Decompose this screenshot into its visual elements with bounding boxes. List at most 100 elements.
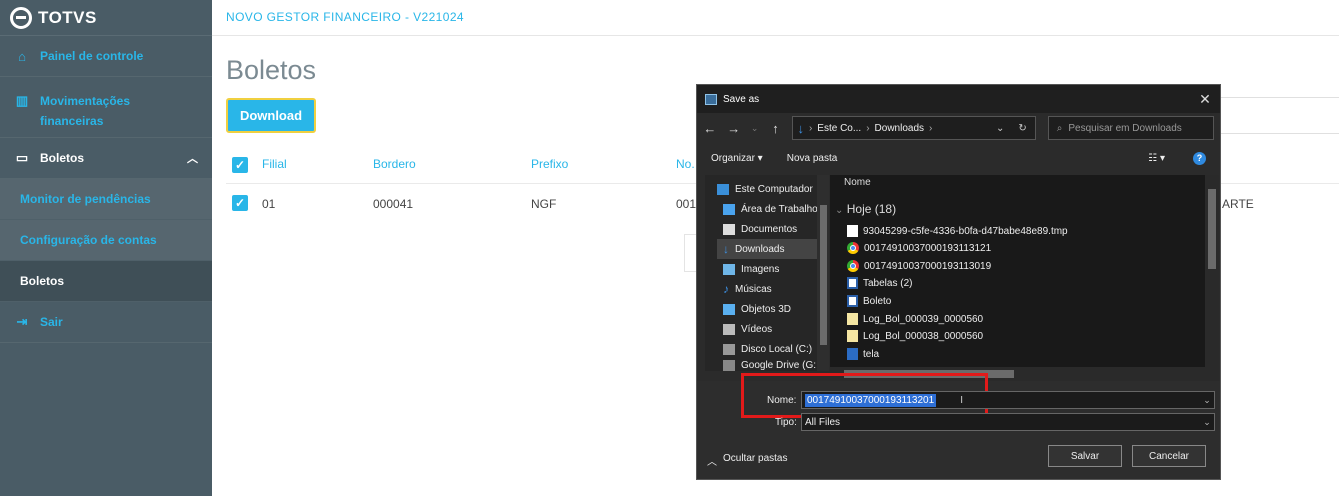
name-label: Nome: <box>767 395 797 406</box>
sidebar-subitem-boletos[interactable]: Boletos <box>0 261 212 302</box>
refresh-icon[interactable]: ↻ <box>1018 123 1026 134</box>
download-button[interactable]: Download <box>226 98 316 133</box>
file-name-value: 00174910037000193113201 <box>805 393 937 407</box>
file-name: Boleto <box>863 295 892 307</box>
nav-item-disco-local[interactable]: Disco Local (C:) <box>723 339 825 359</box>
cell-numero: 001 <box>676 197 697 211</box>
dialog-titlebar[interactable]: Save as ✕ <box>697 85 1220 113</box>
sidebar-item-movimentacoes[interactable]: ▥ Movimentações financeiras <box>0 77 212 138</box>
nav-item-musicas[interactable]: ♪ Músicas <box>723 279 825 299</box>
column-header-filial[interactable]: Filial <box>262 157 287 171</box>
back-arrow-icon[interactable]: ← <box>703 121 717 136</box>
sidebar-subitem-monitor[interactable]: Monitor de pendências <box>0 179 212 220</box>
forward-arrow-icon[interactable]: → <box>727 121 741 136</box>
file-name-input[interactable]: 00174910037000193113201 I ⌄ <box>801 391 1215 409</box>
column-header-nome[interactable]: Nome <box>844 177 871 188</box>
close-icon[interactable]: ✕ <box>1190 91 1220 108</box>
chevron-down-icon[interactable]: ⌄ <box>996 123 1004 134</box>
column-header-bordero[interactable]: Bordero <box>373 157 416 171</box>
file-item[interactable]: Log_Bol_000038_0000560 <box>847 327 983 345</box>
file-type-value: All Files <box>805 416 841 428</box>
file-item[interactable]: tela <box>847 345 879 363</box>
file-item[interactable]: 00174910037000193113019 <box>847 257 991 275</box>
downloads-icon: ↓ <box>797 120 804 136</box>
nav-item-downloads[interactable]: ↓ Downloads <box>717 239 827 259</box>
dialog-title: Save as <box>723 93 760 105</box>
column-header-numero[interactable]: No. <box>676 157 695 171</box>
nav-item-label: Músicas <box>735 283 772 295</box>
scroll-thumb[interactable] <box>1208 189 1216 269</box>
dialog-toolbar: Organizar ▾ Nova pasta ☷ ▾ ? <box>697 143 1220 173</box>
cancel-button[interactable]: Cancelar <box>1132 445 1206 467</box>
file-item[interactable]: Log_Bol_000039_0000560 <box>847 310 983 328</box>
topbar: NOVO GESTOR FINANCEIRO - V221024 <box>212 0 1339 36</box>
column-header-prefixo[interactable]: Prefixo <box>531 157 568 171</box>
sidebar-subitem-configuracao[interactable]: Configuração de contas <box>0 220 212 261</box>
file-type-select[interactable]: All Files ⌄ <box>801 413 1215 431</box>
help-icon[interactable]: ? <box>1193 151 1206 165</box>
app-title: NOVO GESTOR FINANCEIRO - V221024 <box>226 10 464 24</box>
chrome-icon <box>847 242 859 254</box>
chevron-right-icon: › <box>866 122 870 134</box>
sidebar-item-label: Painel de controle <box>40 49 144 63</box>
search-placeholder: Pesquisar em Downloads <box>1068 122 1182 134</box>
file-icon <box>847 225 858 237</box>
chevron-down-icon[interactable]: ⌄ <box>1200 417 1214 428</box>
type-label: Tipo: <box>775 417 797 428</box>
nav-item-imagens[interactable]: Imagens <box>723 259 825 279</box>
sidebar-item-painel[interactable]: ⌂ Painel de controle <box>0 36 212 77</box>
home-icon: ⌂ <box>18 48 26 64</box>
new-folder-button[interactable]: Nova pasta <box>787 153 838 164</box>
brand-logo[interactable]: TOTVS <box>0 0 212 36</box>
nav-item-este-computador[interactable]: Este Computador <box>717 179 819 199</box>
file-item[interactable]: 00174910037000193113121 <box>847 239 991 257</box>
hide-folders-toggle[interactable]: ︿ Ocultar pastas <box>707 453 787 468</box>
nav-item-documentos[interactable]: Documentos <box>723 219 825 239</box>
file-item[interactable]: 93045299-c5fe-4336-b0fa-d47babe48e89.tmp <box>847 222 1068 240</box>
search-input[interactable]: ⌕ Pesquisar em Downloads <box>1047 116 1214 140</box>
divider <box>1221 97 1339 98</box>
up-arrow-icon[interactable]: ↑ <box>769 121 783 136</box>
nav-item-videos[interactable]: Vídeos <box>723 319 825 339</box>
nav-item-area-de-trabalho[interactable]: Área de Trabalho <box>723 199 825 219</box>
file-item[interactable]: Tabelas (2) <box>847 274 912 292</box>
page-title: Boletos <box>226 55 317 85</box>
address-bar[interactable]: ↓ › Este Co... › Downloads › ⌄ ↻ <box>792 116 1036 140</box>
notepad-icon <box>847 313 858 325</box>
nav-scrollbar[interactable] <box>817 175 829 371</box>
view-options-icon[interactable]: ☷ ▾ <box>1148 153 1165 164</box>
drive-icon <box>723 359 735 371</box>
chevron-up-icon: ︿ <box>707 457 717 468</box>
nav-item-objetos-3d[interactable]: Objetos 3D <box>723 299 825 319</box>
nav-item-label: Documentos <box>741 223 798 235</box>
nav-item-google-drive[interactable]: Google Drive (G: <box>723 359 825 371</box>
divider <box>1221 133 1339 134</box>
select-all-checkbox[interactable]: ✓ <box>232 157 248 173</box>
file-name: 00174910037000193113019 <box>864 260 992 272</box>
cell-extra: ARTE <box>1222 197 1254 211</box>
organize-menu[interactable]: Organizar ▾ <box>711 153 763 164</box>
scroll-thumb[interactable] <box>820 205 827 345</box>
nav-item-label: Imagens <box>741 263 780 275</box>
recent-chevron-icon[interactable]: ⌄ <box>751 123 759 134</box>
report-icon <box>847 295 858 307</box>
file-list-scrollbar[interactable] <box>1205 175 1219 371</box>
sidebar-item-boletos[interactable]: ▭ Boletos ︿ <box>0 138 212 179</box>
group-header[interactable]: ⌄ Hoje (18) <box>835 202 896 216</box>
hide-folders-label: Ocultar pastas <box>723 453 788 464</box>
chevron-down-icon[interactable]: ⌄ <box>1200 395 1214 406</box>
save-form: Nome: 00174910037000193113201 I ⌄ Tipo: … <box>697 373 1220 479</box>
images-icon <box>723 263 735 275</box>
file-item[interactable]: Boleto <box>847 292 891 310</box>
row-checkbox[interactable]: ✓ <box>232 195 248 211</box>
notepad-icon <box>847 330 858 342</box>
sidebar-item-sair[interactable]: ⇥ Sair <box>0 302 212 343</box>
word-icon <box>847 348 858 360</box>
breadcrumb-downloads[interactable]: Downloads <box>875 123 924 134</box>
window-icon <box>705 93 717 105</box>
report-icon <box>847 277 858 289</box>
save-button[interactable]: Salvar <box>1048 445 1122 467</box>
breadcrumb-computer[interactable]: Este Co... <box>817 123 861 134</box>
chevron-right-icon: › <box>929 122 933 134</box>
nav-item-label: Objetos 3D <box>741 303 792 315</box>
